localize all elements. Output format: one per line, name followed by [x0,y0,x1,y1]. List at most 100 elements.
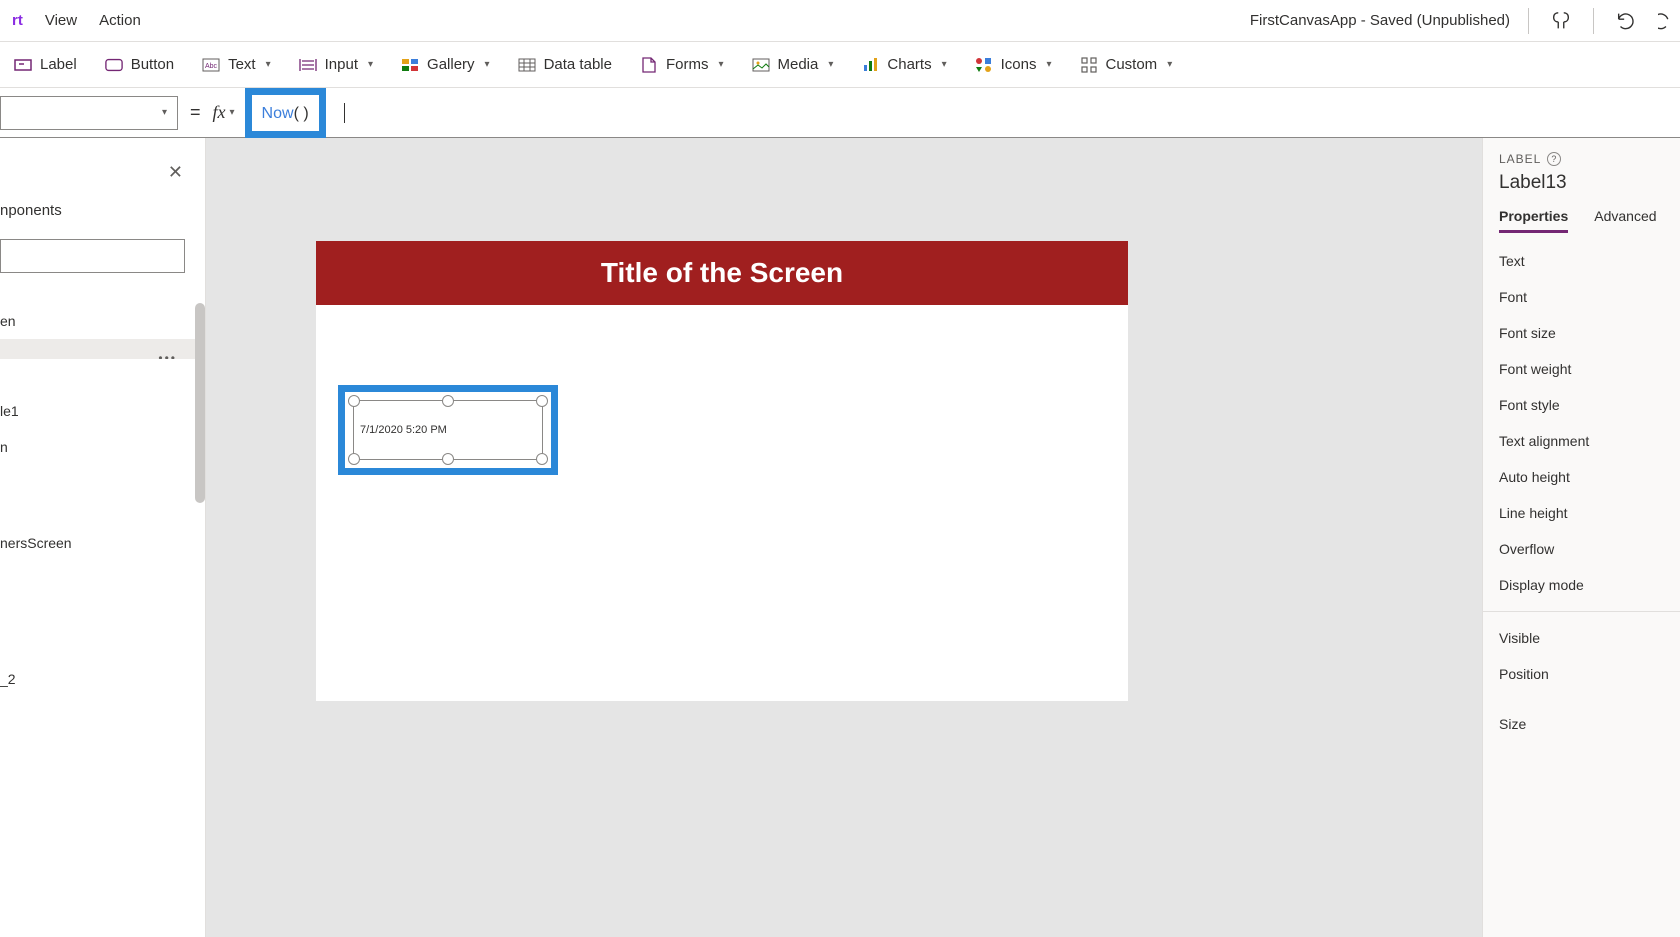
prop-auto-height[interactable]: Auto height [1499,459,1664,495]
text-icon: Abc [202,56,220,74]
divider [1593,8,1594,34]
forms-icon [640,56,658,74]
svg-text:Abc: Abc [205,63,218,70]
resize-handle[interactable] [442,395,454,407]
ribbon-button[interactable]: Button [105,56,174,74]
ribbon-button-text: Button [131,56,174,73]
ribbon-datatable-label: Data table [544,56,612,73]
app-title: FirstCanvasApp - Saved (Unpublished) [1250,12,1510,29]
prop-font-style[interactable]: Font style [1499,387,1664,423]
ribbon-gallery[interactable]: Gallery ▾ [401,56,490,74]
fx-label: fx [213,102,230,123]
resize-handle[interactable] [536,395,548,407]
chevron-down-icon: ▾ [1167,59,1172,70]
formula-parens: ( ) [294,105,309,122]
chevron-down-icon[interactable]: ▾ [230,107,235,118]
help-icon[interactable]: ? [1547,152,1561,166]
ribbon-icons[interactable]: Icons ▾ [975,56,1052,74]
chevron-down-icon: ▾ [162,107,167,118]
properties-panel: LABEL ? Label13 Properties Advanced Text… [1482,138,1680,937]
tab-properties[interactable]: Properties [1499,208,1568,233]
insert-ribbon: Label Button Abc Text ▾ Input ▾ Gallery … [0,42,1680,88]
tree-item[interactable]: nersScreen [0,525,205,561]
equals-sign: = [178,102,213,123]
prop-display-mode[interactable]: Display mode [1499,567,1664,603]
control-type-text: LABEL [1499,152,1541,166]
resize-handle[interactable] [348,395,360,407]
divider [1483,611,1680,612]
control-name[interactable]: Label13 [1499,172,1664,194]
prop-line-height[interactable]: Line height [1499,495,1664,531]
ribbon-label[interactable]: Label [14,56,77,74]
canvas-area[interactable]: Title of the Screen 7/1/2020 5:20 PM [206,138,1482,937]
tree-view-panel: ✕ nponents en ••• le1 n nersScreen _2 [0,138,206,937]
label-control-selected[interactable]: 7/1/2020 5:20 PM [353,400,543,460]
resize-handle[interactable] [442,453,454,465]
resize-handle[interactable] [536,453,548,465]
prop-font-weight[interactable]: Font weight [1499,351,1664,387]
tree-item[interactable]: n [0,429,205,465]
property-selector[interactable]: ▾ [0,96,178,130]
formula-input[interactable]: Now( ) [262,103,309,123]
top-menu-left: rt View Action [8,12,141,29]
ribbon-datatable[interactable]: Data table [518,56,612,74]
resize-handle[interactable] [348,453,360,465]
more-icon[interactable]: ••• [158,351,177,359]
selected-control-highlight: 7/1/2020 5:20 PM [338,385,558,475]
tree-item[interactable]: en [0,303,205,339]
media-icon [752,56,770,74]
gallery-icon [401,56,419,74]
chevron-down-icon: ▾ [718,59,723,70]
screen-title-label[interactable]: Title of the Screen [316,241,1128,305]
prop-visible[interactable]: Visible [1499,620,1664,656]
ribbon-charts[interactable]: Charts ▾ [861,56,946,74]
ribbon-text[interactable]: Abc Text ▾ [202,56,271,74]
prop-font[interactable]: Font [1499,279,1664,315]
tab-advanced[interactable]: Advanced [1594,208,1656,233]
chevron-down-icon: ▾ [485,59,490,70]
ribbon-input-label: Input [325,56,358,73]
undo-icon[interactable] [1612,7,1640,35]
ribbon-custom-label: Custom [1106,56,1158,73]
custom-icon [1080,56,1098,74]
menu-insert[interactable]: rt [12,12,23,29]
prop-position[interactable]: Position [1499,656,1664,692]
ribbon-gallery-label: Gallery [427,56,475,73]
tree-item[interactable]: _2 [0,661,205,697]
ribbon-charts-label: Charts [887,56,931,73]
tree-tab-components[interactable]: nponents [0,138,205,231]
chevron-down-icon: ▾ [828,59,833,70]
ribbon-media-label: Media [778,56,819,73]
properties-tabs: Properties Advanced [1499,208,1664,233]
tree-search-input[interactable] [0,239,185,273]
top-menu-bar: rt View Action FirstCanvasApp - Saved (U… [0,0,1680,42]
redo-icon[interactable] [1658,7,1672,35]
prop-font-size[interactable]: Font size [1499,315,1664,351]
ribbon-forms[interactable]: Forms ▾ [640,56,724,74]
canvas-screen[interactable]: Title of the Screen 7/1/2020 5:20 PM [316,241,1128,701]
datatable-icon [518,56,536,74]
chevron-down-icon: ▾ [1046,59,1051,70]
menu-view[interactable]: View [45,12,77,29]
prop-text-alignment[interactable]: Text alignment [1499,423,1664,459]
scrollbar[interactable] [195,303,205,503]
ribbon-input[interactable]: Input ▾ [299,56,373,74]
main-area: ✕ nponents en ••• le1 n nersScreen _2 Ti… [0,138,1680,937]
prop-text[interactable]: Text [1499,243,1664,279]
app-checker-icon[interactable] [1547,7,1575,35]
ribbon-media[interactable]: Media ▾ [752,56,834,74]
prop-overflow[interactable]: Overflow [1499,531,1664,567]
ribbon-custom[interactable]: Custom ▾ [1080,56,1173,74]
tree-item-selected[interactable]: ••• [0,339,205,359]
ribbon-icons-label: Icons [1001,56,1037,73]
close-icon[interactable]: ✕ [168,162,183,183]
prop-size[interactable]: Size [1499,706,1664,742]
formula-bar: ▾ = fx ▾ Now( ) [0,88,1680,138]
icons-icon [975,56,993,74]
label-control-text: 7/1/2020 5:20 PM [360,424,447,436]
charts-icon [861,56,879,74]
menu-action[interactable]: Action [99,12,141,29]
tree-item[interactable]: le1 [0,393,205,429]
chevron-down-icon: ▾ [942,59,947,70]
ribbon-label-text: Label [40,56,77,73]
